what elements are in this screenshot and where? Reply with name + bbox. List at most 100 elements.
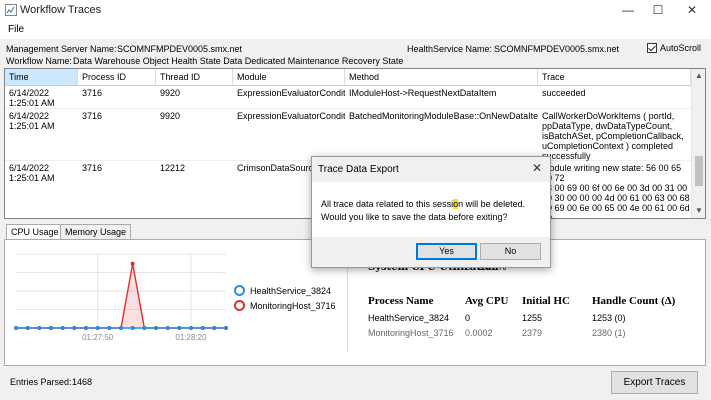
data-point: [60, 326, 65, 330]
cell-process-id: 3716: [82, 88, 103, 98]
cpu-stats: System CPU Utilization 0.22% Process Nam…: [347, 260, 702, 352]
column-header-module[interactable]: Module: [233, 69, 345, 85]
cell-trace: succeeded: [542, 88, 586, 98]
title-bar: Workflow Traces — ☐ ✕: [0, 0, 711, 21]
data-point: [49, 326, 53, 330]
data-point: [37, 326, 42, 330]
cell-trace: CallWorkerDoWorkItems ( portId, ppDataTy…: [542, 111, 684, 161]
workflow-label: Workflow Name:: [6, 56, 72, 66]
cell-method: IModuleHost->RequestNextDataItem: [349, 88, 497, 98]
stats-handle-count: 2380 (1): [592, 328, 626, 338]
legend-label: HealthService_3824: [250, 286, 332, 296]
legend-marker-icon: [234, 285, 245, 296]
data-point: [212, 326, 217, 330]
column-header-method[interactable]: Method: [345, 69, 538, 85]
yes-button[interactable]: Yes: [416, 243, 477, 260]
dialog-message-line1: All trace data related to this session w…: [321, 199, 526, 209]
stats-initial-hc: 1255: [522, 313, 543, 323]
scroll-down-icon[interactable]: ▼: [694, 206, 704, 216]
tab-memory-usage[interactable]: Memory Usage: [60, 224, 132, 239]
minimize-button[interactable]: —: [613, 1, 643, 19]
data-point: [72, 326, 77, 330]
dialog-message-line2: Would you like to save the data before e…: [321, 212, 508, 222]
scroll-thumb[interactable]: [695, 156, 703, 186]
cell-time: 6/14/2022 1:25:01 AM: [9, 111, 55, 131]
workflow-value: Data Warehouse Object Health State Data …: [73, 56, 404, 66]
stats-avg-cpu: 0: [465, 313, 471, 323]
stats-header-handle-count: Handle Count (Δ): [592, 295, 676, 307]
autoscroll-checkbox[interactable]: AutoScroll: [647, 43, 701, 53]
cell-time: 6/14/2022 1:25:01 AM: [9, 163, 55, 183]
autoscroll-label: AutoScroll: [660, 43, 702, 53]
series-line: [16, 263, 226, 329]
cell-thread-id: 9920: [160, 111, 181, 121]
column-header-thread-id[interactable]: Thread ID: [156, 69, 233, 85]
cell-module: ExpressionEvaluatorCondition: [237, 111, 345, 121]
column-header-process-id[interactable]: Process ID: [78, 69, 156, 85]
stats-initial-hc: 2379: [522, 328, 543, 338]
x-tick-label: 01:27:50: [82, 333, 114, 342]
cell-time: 6/14/2022 1:25:01 AM: [9, 88, 55, 108]
menu-bar: File: [0, 21, 711, 39]
legend-marker-icon: [234, 300, 245, 311]
close-button[interactable]: ✕: [677, 1, 707, 19]
cell-thread-id: 9920: [160, 88, 181, 98]
data-point: [107, 326, 112, 330]
entries-parsed-label: Entries Parsed:: [10, 377, 72, 387]
app-icon: [5, 4, 17, 16]
data-point: [130, 326, 135, 330]
data-point: [95, 326, 100, 330]
x-tick-label: 01:28:20: [175, 333, 207, 342]
stats-process-name: MonitoringHost_3716: [368, 328, 454, 338]
data-point: [14, 326, 18, 330]
stats-header-avg-cpu: Avg CPU: [465, 295, 509, 307]
stats-header-process-name: Process Name: [368, 295, 434, 307]
data-point: [119, 326, 123, 330]
column-header-trace[interactable]: Trace: [538, 69, 691, 85]
data-point: [25, 326, 30, 330]
scroll-up-icon[interactable]: ▲: [694, 71, 704, 81]
legend-label: MonitoringHost_3716: [250, 301, 336, 311]
column-header-time[interactable]: Time: [5, 69, 78, 85]
data-point: [224, 326, 228, 330]
stats-header-initial-hc: Initial HC: [522, 295, 570, 307]
no-button[interactable]: No: [480, 243, 541, 260]
export-traces-button[interactable]: Export Traces: [611, 371, 698, 394]
grid-scrollbar[interactable]: ▲ ▼: [691, 69, 705, 218]
checkbox-icon[interactable]: [647, 43, 657, 53]
cell-process-id: 3716: [82, 111, 103, 121]
cell-trace: Module writing new state: 56 00 65 00 72…: [542, 163, 690, 218]
data-point: [189, 326, 193, 330]
cell-module: ExpressionEvaluatorCondition: [237, 88, 345, 98]
mgmt-server-value: SCOMNFMPDEV0005.smx.net: [117, 44, 243, 54]
cell-thread-id: 12212: [160, 163, 186, 173]
health-service-value: SCOMNFMPDEV0005.smx.net: [494, 44, 620, 54]
data-point: [130, 261, 135, 266]
grid-header: Time Process ID Thread ID Module Method …: [5, 69, 691, 86]
cpu-chart: 01:27:50 01:28:20: [14, 253, 228, 342]
stats-process-name: HealthService_3824: [368, 313, 450, 323]
data-point: [200, 326, 205, 330]
menu-file[interactable]: File: [8, 24, 24, 35]
dialog-body: All trace data related to this session w…: [312, 182, 550, 237]
tab-cpu-usage[interactable]: CPU Usage: [6, 224, 64, 240]
health-service-label: HealthService Name:: [407, 44, 493, 54]
data-point: [142, 326, 147, 330]
cell-method: BatchedMonitoringModuleBase::OnNewDataIt…: [349, 111, 538, 121]
table-row[interactable]: 6/14/2022 1:25:01 AM 3716 9920 Expressio…: [5, 109, 691, 161]
stats-avg-cpu: 0.0002: [465, 328, 493, 338]
table-row[interactable]: 6/14/2022 1:25:01 AM 3716 9920 Expressio…: [5, 86, 691, 109]
data-point: [154, 326, 158, 330]
data-point: [165, 326, 170, 330]
data-point: [177, 326, 182, 330]
mgmt-server-label: Management Server Name:: [6, 44, 117, 54]
trace-export-dialog: Trace Data Export ✕ All trace data relat…: [311, 156, 551, 268]
window-title: Workflow Traces: [20, 4, 102, 16]
dialog-close-icon[interactable]: ✕: [532, 161, 542, 175]
data-point: [84, 326, 88, 330]
stats-handle-count: 1253 (0): [592, 313, 626, 323]
dialog-title: Trace Data Export: [318, 164, 399, 175]
cell-process-id: 3716: [82, 163, 103, 173]
series-area: [16, 263, 226, 328]
maximize-button[interactable]: ☐: [643, 1, 673, 19]
